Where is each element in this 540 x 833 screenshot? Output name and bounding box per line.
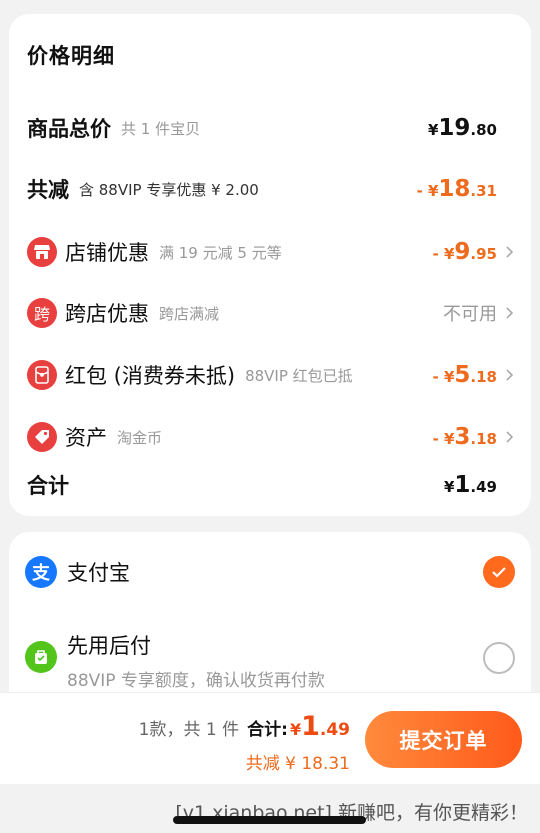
cross-shop-row[interactable]: 跨 跨店优惠 跨店满减 不可用	[27, 293, 517, 333]
home-indicator	[173, 816, 366, 824]
chevron-right-icon	[503, 368, 517, 382]
red-packet-icon	[27, 360, 57, 390]
alipay-name: 支付宝	[67, 561, 130, 585]
submit-order-button[interactable]: 提交订单	[365, 711, 522, 768]
total-discount-amount: - ¥18.31	[416, 176, 497, 202]
pay-later-sub: 88VIP 专享额度，确认收货再付款	[67, 671, 325, 691]
order-summary: 1款，共 1 件 合计: ¥1.49	[139, 711, 350, 742]
shop-discount-row[interactable]: 店铺优惠 满 19 元减 5 元等 - ¥9.95	[27, 232, 517, 272]
assets-label: 资产	[65, 426, 107, 450]
total-label: 合计:	[247, 720, 288, 740]
alipay-radio-checked[interactable]	[483, 556, 515, 588]
total-discount-sub: 含 88VIP 专享优惠 ¥ 2.00	[79, 180, 259, 199]
total-discount-row: 共减 含 88VIP 专享优惠 ¥ 2.00 - ¥18.31	[27, 169, 517, 209]
chevron-right-icon	[503, 306, 517, 320]
red-packet-row[interactable]: 红包 (消费券未抵) 88VIP 红包已抵 - ¥5.18	[27, 355, 517, 395]
check-icon	[492, 567, 506, 578]
sum-amount: ¥1.49	[443, 472, 497, 498]
alipay-icon: 支	[25, 556, 57, 588]
cross-shop-label: 跨店优惠	[65, 302, 149, 326]
goods-total-sub: 共 1 件宝贝	[121, 119, 201, 138]
sum-row: 合计 ¥1.49	[27, 465, 517, 505]
goods-total-amount: ¥19.80	[427, 115, 497, 141]
cross-shop-value: 不可用	[443, 304, 497, 325]
saved-amount: 共减 ¥ 18.31	[245, 754, 350, 774]
shop-discount-label: 店铺优惠	[65, 241, 149, 265]
price-detail-title: 价格明细	[27, 44, 115, 68]
red-packet-label: 红包 (消费券未抵)	[65, 364, 236, 388]
pay-later-name: 先用后付	[67, 634, 151, 658]
chevron-right-icon	[503, 430, 517, 444]
sum-label: 合计	[27, 474, 69, 498]
item-count: 1款，共 1 件	[138, 720, 240, 740]
goods-total-row: 商品总价 共 1 件宝贝 ¥19.80	[27, 108, 517, 148]
checkout-bar: 1款，共 1 件 合计: ¥1.49 共减 ¥ 18.31 提交订单	[0, 692, 540, 784]
tag-icon	[27, 422, 57, 452]
red-packet-amount: - ¥5.18	[432, 362, 497, 388]
total-amount: ¥1.49	[289, 711, 350, 742]
pay-later-icon	[25, 641, 57, 673]
goods-total-label: 商品总价	[27, 117, 111, 141]
pay-later-radio[interactable]	[483, 642, 515, 674]
assets-amount: - ¥3.18	[432, 424, 497, 450]
pay-later-option[interactable]: 先用后付 88VIP 专享额度，确认收货再付款	[25, 630, 515, 691]
shop-discount-amount: - ¥9.95	[432, 239, 497, 265]
cross-shop-sub: 跨店满减	[159, 304, 220, 323]
assets-sub: 淘金币	[117, 428, 163, 447]
assets-row[interactable]: 资产 淘金币 - ¥3.18	[27, 417, 517, 457]
cross-shop-icon: 跨	[27, 298, 57, 328]
total-discount-label: 共减	[27, 178, 69, 202]
shop-icon	[27, 237, 57, 267]
chevron-right-icon	[503, 245, 517, 259]
red-packet-sub: 88VIP 红包已抵	[245, 366, 353, 385]
price-detail-card: 价格明细 商品总价 共 1 件宝贝 ¥19.80 共减 含 88VIP 专享优惠…	[9, 14, 531, 516]
shop-discount-sub: 满 19 元减 5 元等	[159, 243, 282, 262]
alipay-option[interactable]: 支 支付宝	[25, 556, 515, 588]
